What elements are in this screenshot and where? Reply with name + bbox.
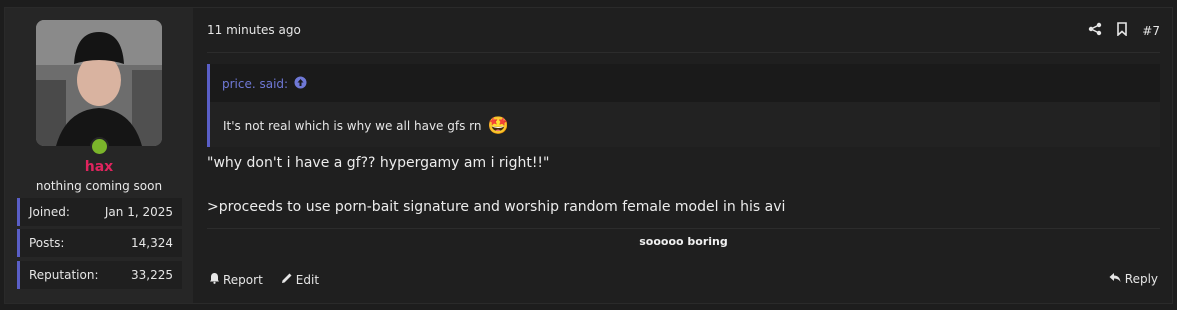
reply-icon <box>1109 272 1121 286</box>
post-actions: #7 <box>1088 21 1160 40</box>
message-line: >proceeds to use porn-bait signature and… <box>207 199 786 215</box>
stat-label: Posts: <box>29 236 65 250</box>
bookmark-icon[interactable] <box>1116 21 1128 40</box>
signature-divider <box>207 228 1160 229</box>
header-divider <box>207 52 1160 53</box>
user-panel: hax nothing coming soon Joined: Jan 1, 2… <box>5 8 193 303</box>
signature: sooooo boring <box>639 235 728 248</box>
stat-value: 14,324 <box>131 236 173 250</box>
reply-label: Reply <box>1124 272 1158 286</box>
quote-header[interactable]: price. said: <box>222 76 307 92</box>
report-label: Report <box>223 272 263 287</box>
stat-reputation: Reputation: 33,225 <box>17 261 182 289</box>
post-container: hax nothing coming soon Joined: Jan 1, 2… <box>4 7 1173 304</box>
quote-block: price. said: It's not real which is why … <box>207 64 1160 147</box>
stat-value: 33,225 <box>131 268 173 282</box>
stat-label: Joined: <box>29 205 70 219</box>
quote-text: It's not real which is why we all have g… <box>223 119 482 133</box>
quote-body: It's not real which is why we all have g… <box>210 102 1160 147</box>
post-number[interactable]: #7 <box>1142 24 1160 38</box>
pencil-icon <box>281 272 293 287</box>
avatar[interactable] <box>36 20 162 146</box>
username[interactable]: hax <box>5 159 193 175</box>
post-timestamp[interactable]: 11 minutes ago <box>207 23 301 37</box>
online-status-indicator <box>90 137 109 156</box>
avatar-image <box>36 20 162 146</box>
stat-joined: Joined: Jan 1, 2025 <box>17 198 182 226</box>
user-title: nothing coming soon <box>35 179 163 193</box>
bell-icon <box>209 272 220 287</box>
report-button[interactable]: Report <box>209 272 263 287</box>
arrow-up-circle-icon[interactable] <box>294 76 307 92</box>
message-line: "why don't i have a gf?? hypergamy am i … <box>207 155 550 171</box>
stat-label: Reputation: <box>29 268 99 282</box>
edit-button[interactable]: Edit <box>281 272 319 287</box>
post-footer-actions: Report Edit <box>209 272 319 287</box>
share-icon[interactable] <box>1088 21 1102 40</box>
quote-author[interactable]: price. said: <box>222 77 288 91</box>
quote-text-row: It's not real which is why we all have g… <box>223 116 509 136</box>
stat-posts: Posts: 14,324 <box>17 229 182 257</box>
edit-label: Edit <box>295 272 320 287</box>
reply-button[interactable]: Reply <box>1109 272 1158 286</box>
star-struck-emoji: 🤩 <box>487 116 509 136</box>
stat-value: Jan 1, 2025 <box>104 205 173 219</box>
